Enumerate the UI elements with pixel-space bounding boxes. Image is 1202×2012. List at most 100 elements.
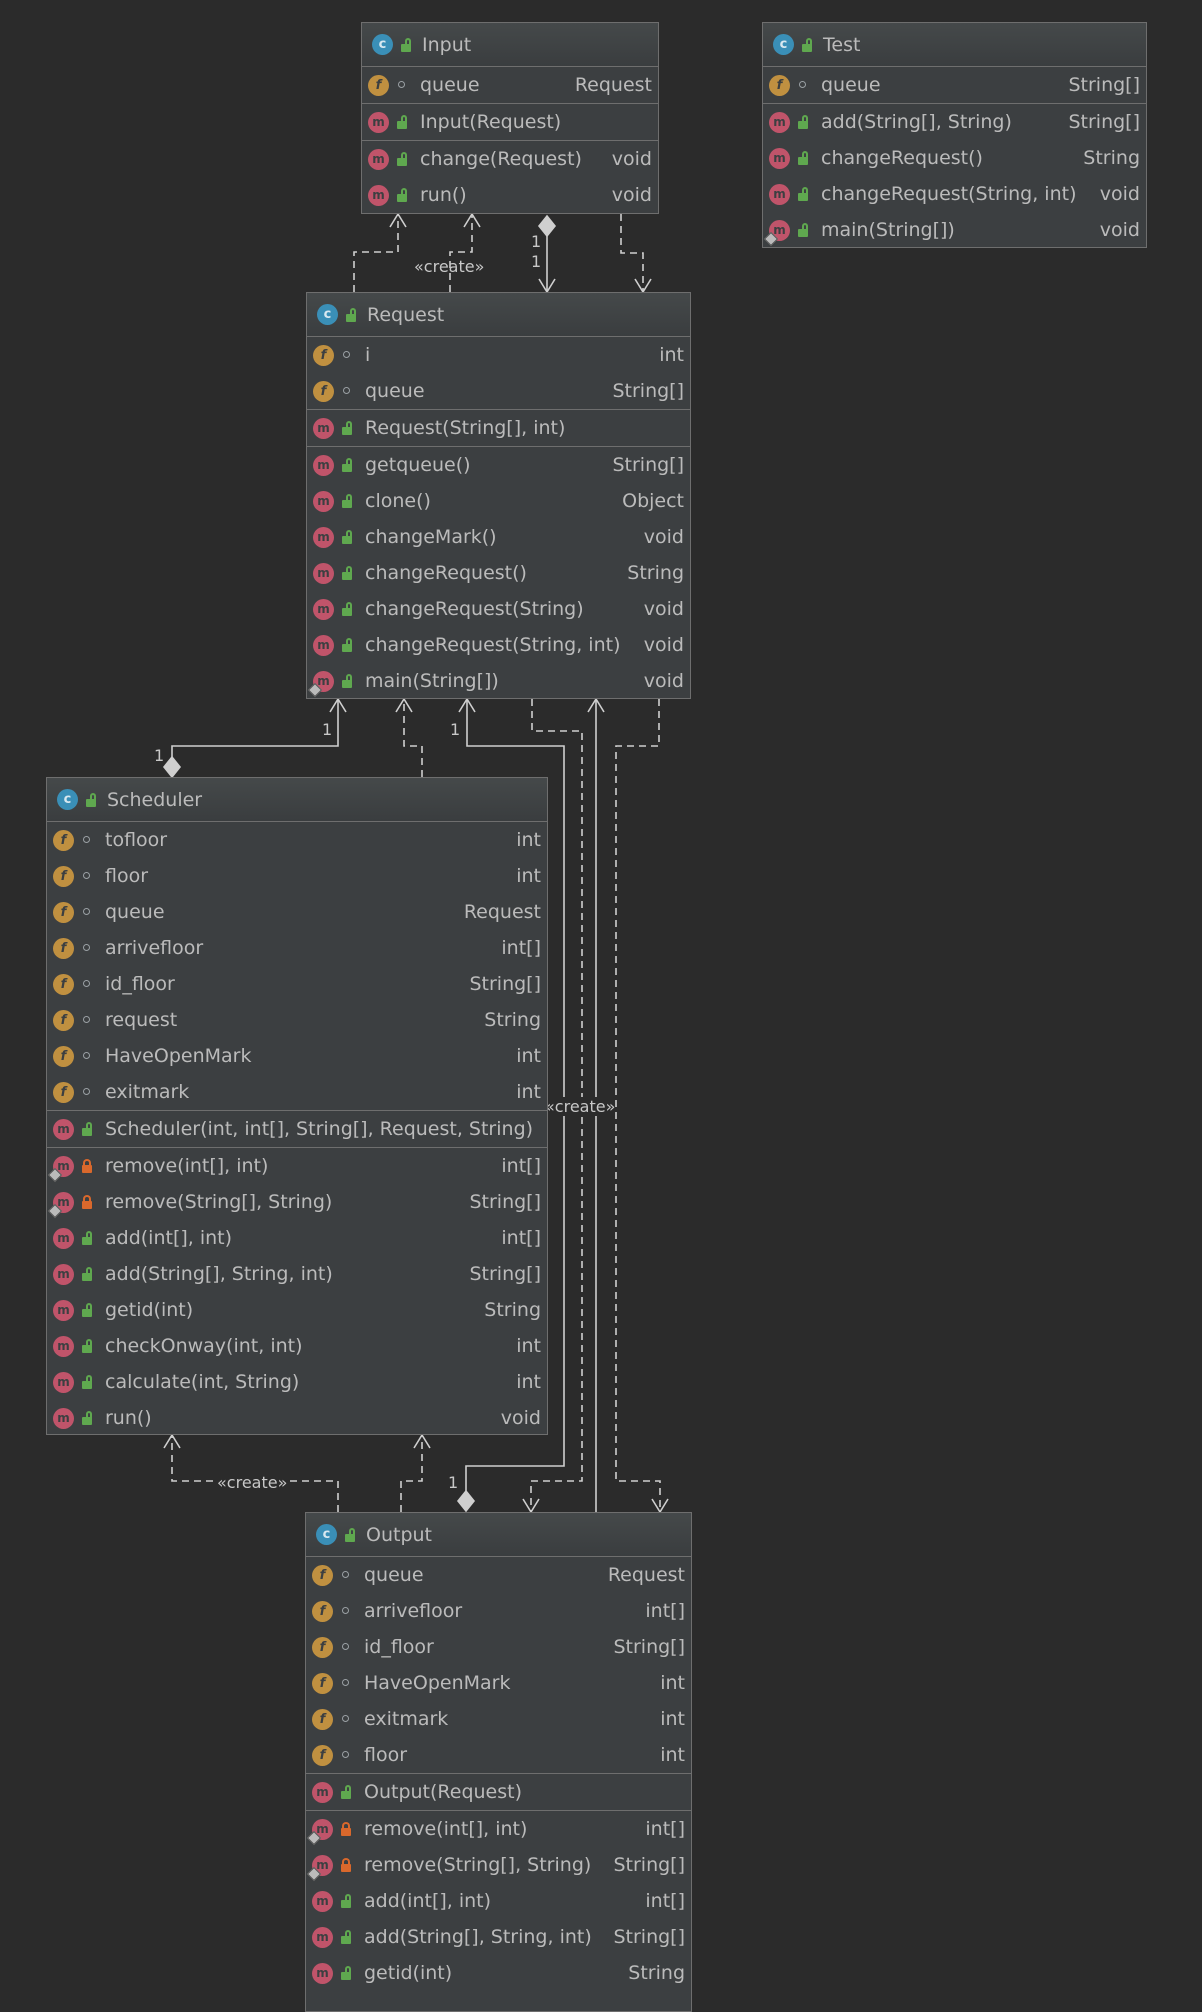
method-icon: m (47, 1155, 74, 1182)
field-name: tofloor (105, 829, 168, 851)
field-type: String[] (469, 973, 541, 995)
class-name: Test (823, 33, 861, 56)
public-icon (339, 527, 355, 547)
field-row[interactable]: f floor int (47, 858, 547, 894)
method-type: String[] (469, 1191, 541, 1213)
method-row[interactable]: m add(String[], String) String[] (763, 104, 1146, 140)
field-type: String[] (613, 1636, 685, 1658)
method-row[interactable]: m add(String[], String, int) String[] (306, 1919, 691, 1955)
class-box-request[interactable]: c Request f i int f queue String[] m Request(Stri… (306, 292, 691, 699)
class-box-input[interactable]: c Input f queue Request m Input(Request) m chang… (361, 22, 659, 214)
public-icon (338, 1782, 354, 1802)
method-row[interactable]: m getid(int) String (306, 1955, 691, 1991)
method-row[interactable]: m checkOnway(int, int) int (47, 1328, 547, 1364)
method-row[interactable]: m run() void (47, 1400, 547, 1434)
constructors-section: m Request(String[], int) (307, 409, 690, 446)
constructor-name: Input(Request) (420, 111, 562, 133)
public-icon (339, 671, 355, 691)
field-row[interactable]: f id_floor String[] (306, 1629, 691, 1665)
method-row[interactable]: m calculate(int, String) int (47, 1364, 547, 1400)
constructor-row[interactable]: m Scheduler(int, int[], String[], Request… (47, 1111, 547, 1147)
method-row[interactable]: m remove(int[], int) int[] (306, 1811, 691, 1847)
public-icon (338, 1963, 354, 1983)
fields-section: f i int f queue String[] (307, 337, 690, 409)
method-row[interactable]: m changeRequest(String) void (307, 591, 690, 627)
field-icon: f (368, 74, 389, 96)
public-icon (79, 1228, 95, 1248)
method-row[interactable]: m changeRequest(String, int) void (763, 176, 1146, 212)
field-row[interactable]: f floor int (306, 1737, 691, 1773)
public-icon (79, 1300, 95, 1320)
method-row[interactable]: m remove(String[], String) String[] (306, 1847, 691, 1883)
class-header: c Test (763, 23, 1146, 67)
field-icon: f (312, 1636, 333, 1658)
method-row[interactable]: m changeRequest() String (307, 555, 690, 591)
method-row[interactable]: m changeRequest() String (763, 140, 1146, 176)
class-box-output[interactable]: c Output f queue Request f arrivefloor int[] f id… (305, 1512, 692, 2012)
field-row[interactable]: f HaveOpenMark int (47, 1038, 547, 1074)
field-row[interactable]: f arrivefloor int[] (47, 930, 547, 966)
method-type: void (643, 598, 684, 620)
method-icon: m (313, 417, 334, 439)
method-row[interactable]: m change(Request) void (362, 141, 658, 177)
field-row[interactable]: f exitmark int (306, 1701, 691, 1737)
class-box-scheduler[interactable]: c Scheduler f tofloor int f floor int f queue Requ… (46, 777, 548, 1435)
method-row[interactable]: m clone() Object (307, 483, 690, 519)
field-type: int (516, 1045, 541, 1067)
field-type: Request (607, 1564, 685, 1586)
static-icon (306, 1830, 322, 1845)
method-icon: m (306, 1854, 333, 1881)
method-row[interactable]: m getid(int) String (47, 1292, 547, 1328)
method-row[interactable]: m run() void (362, 177, 658, 213)
field-row[interactable]: f arrivefloor int[] (306, 1593, 691, 1629)
methods-section: m remove(int[], int) int[] m remove(String[]… (306, 1810, 691, 1991)
method-row[interactable]: m changeMark() void (307, 519, 690, 555)
method-icon: m (769, 147, 790, 169)
constructor-row[interactable]: m Input(Request) (362, 104, 658, 140)
public-icon (79, 1372, 95, 1392)
method-type: void (643, 634, 684, 656)
class-header: c Output (306, 1513, 691, 1557)
field-row[interactable]: f exitmark int (47, 1074, 547, 1110)
field-row[interactable]: f tofloor int (47, 822, 547, 858)
field-row[interactable]: f HaveOpenMark int (306, 1665, 691, 1701)
method-row[interactable]: m changeRequest(String, int) void (307, 627, 690, 663)
method-type: String (628, 1962, 685, 1984)
field-type: int[] (645, 1600, 685, 1622)
field-type: int[] (501, 937, 541, 959)
method-row[interactable]: m remove(int[], int) int[] (47, 1148, 547, 1184)
field-type: String[] (612, 380, 684, 402)
class-box-test[interactable]: c Test f queue String[] m add(String[], String… (762, 22, 1147, 248)
method-row[interactable]: m add(int[], int) int[] (306, 1883, 691, 1919)
method-type: String (1083, 147, 1140, 169)
field-row[interactable]: f queue Request (362, 67, 658, 103)
field-row[interactable]: f queue String[] (763, 67, 1146, 103)
method-row[interactable]: m main(String[]) void (307, 663, 690, 698)
method-type: String (484, 1299, 541, 1321)
field-row[interactable]: f queue String[] (307, 373, 690, 409)
method-row[interactable]: m getqueue() String[] (307, 447, 690, 483)
constructor-row[interactable]: m Request(String[], int) (307, 410, 690, 446)
field-row[interactable]: f i int (307, 337, 690, 373)
package-private-icon (339, 381, 355, 401)
constructors-section: m Output(Request) (306, 1773, 691, 1810)
create-label-request-output: «create» (545, 1097, 616, 1116)
constructor-row[interactable]: m Output(Request) (306, 1774, 691, 1810)
method-row[interactable]: m add(String[], String, int) String[] (47, 1256, 547, 1292)
method-row[interactable]: m add(int[], int) int[] (47, 1220, 547, 1256)
field-icon: f (53, 865, 74, 887)
method-icon: m (307, 670, 334, 697)
field-row[interactable]: f id_floor String[] (47, 966, 547, 1002)
field-row[interactable]: f queue Request (306, 1557, 691, 1593)
method-row[interactable]: m remove(String[], String) String[] (47, 1184, 547, 1220)
field-row[interactable]: f request String (47, 1002, 547, 1038)
field-icon: f (53, 937, 74, 959)
field-row[interactable]: f queue Request (47, 894, 547, 930)
field-icon: f (53, 973, 74, 995)
method-name: changeRequest() (365, 562, 527, 584)
field-icon: f (312, 1708, 333, 1730)
method-row[interactable]: m main(String[]) void (763, 212, 1146, 247)
multiplicity-label: 1 (448, 1473, 459, 1492)
public-icon (339, 418, 355, 438)
package-private-icon (79, 902, 95, 922)
